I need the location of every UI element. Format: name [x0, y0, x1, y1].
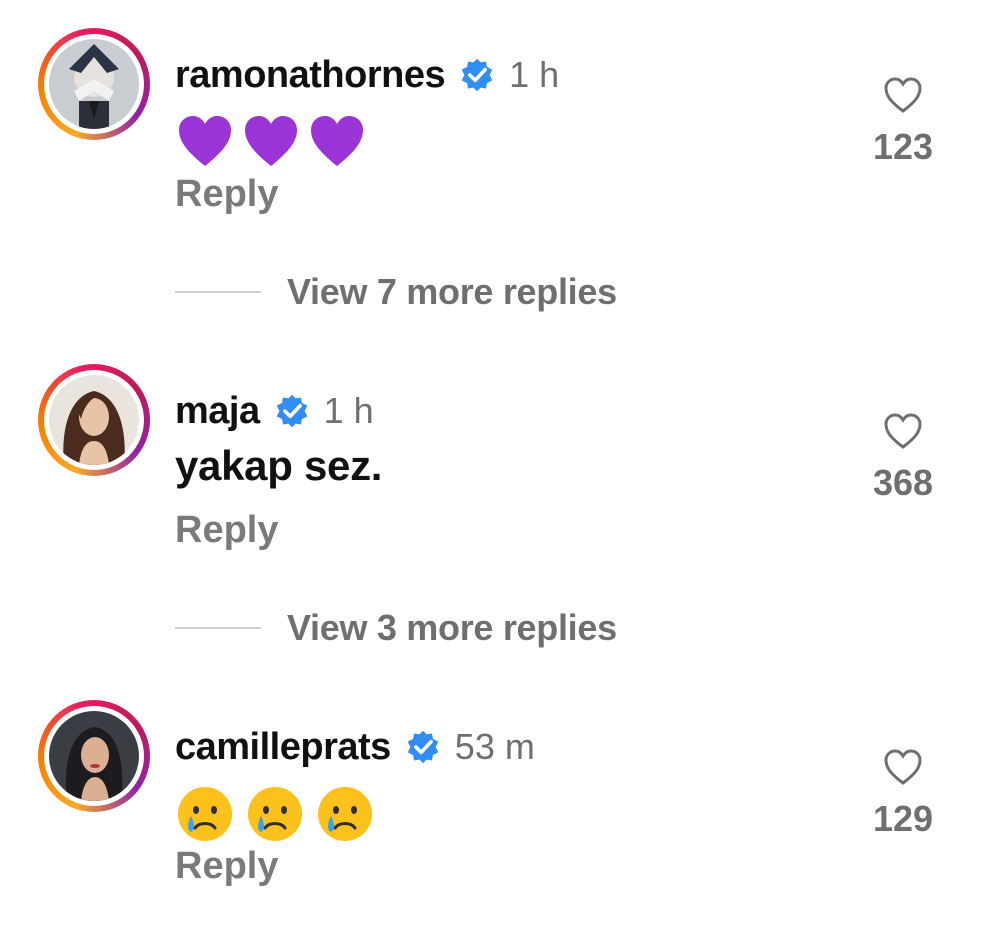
heart-outline-icon	[884, 77, 922, 113]
heart-outline-icon	[884, 413, 922, 449]
view-more-replies-label[interactable]: View 3 more replies	[287, 607, 617, 649]
comment-maja: maja 1 h yakap sez. Reply 368	[0, 364, 1000, 604]
comment-ramonathornes: ramonathornes 1 h Reply 123	[0, 28, 1000, 268]
comment-emojis	[175, 784, 375, 844]
view-more-replies-label[interactable]: View 7 more replies	[287, 271, 617, 313]
username[interactable]: camilleprats	[175, 726, 391, 769]
like-button[interactable]: 123	[858, 76, 948, 168]
like-count: 368	[872, 462, 934, 503]
view-more-replies[interactable]: View 7 more replies	[175, 270, 617, 314]
reply-button[interactable]: Reply	[175, 509, 278, 552]
like-button[interactable]: 129	[858, 748, 948, 840]
avatar-camilleprats[interactable]	[38, 700, 150, 812]
purple-heart-icon	[311, 116, 363, 166]
timestamp: 53 m	[454, 726, 535, 767]
crying-face-icon	[318, 787, 372, 841]
crying-face-icon	[248, 787, 302, 841]
verified-badge-icon	[407, 730, 439, 764]
divider-line	[175, 627, 261, 629]
avatar-ramonathornes[interactable]	[38, 28, 150, 140]
crying-face-icon	[178, 787, 232, 841]
like-button[interactable]: 368	[858, 412, 948, 504]
like-count: 129	[872, 798, 934, 839]
timestamp: 1 h	[323, 390, 374, 431]
purple-heart-icon	[245, 116, 297, 166]
like-count: 123	[872, 126, 934, 167]
purple-heart-icon	[179, 116, 231, 166]
verified-badge-icon	[461, 58, 493, 92]
view-more-replies[interactable]: View 3 more replies	[175, 606, 617, 650]
reply-button[interactable]: Reply	[175, 845, 278, 888]
username[interactable]: ramonathornes	[175, 54, 446, 97]
divider-line	[175, 291, 261, 293]
username[interactable]: maja	[175, 390, 260, 433]
comment-emojis	[175, 112, 367, 172]
timestamp: 1 h	[509, 54, 560, 95]
verified-badge-icon	[276, 394, 307, 428]
comment-text: yakap sez.	[175, 442, 383, 489]
reply-button[interactable]: Reply	[175, 173, 278, 216]
avatar-maja[interactable]	[38, 364, 150, 476]
heart-outline-icon	[884, 749, 922, 785]
comment-camilleprats: camilleprats 53 m Reply 129	[0, 700, 1000, 940]
